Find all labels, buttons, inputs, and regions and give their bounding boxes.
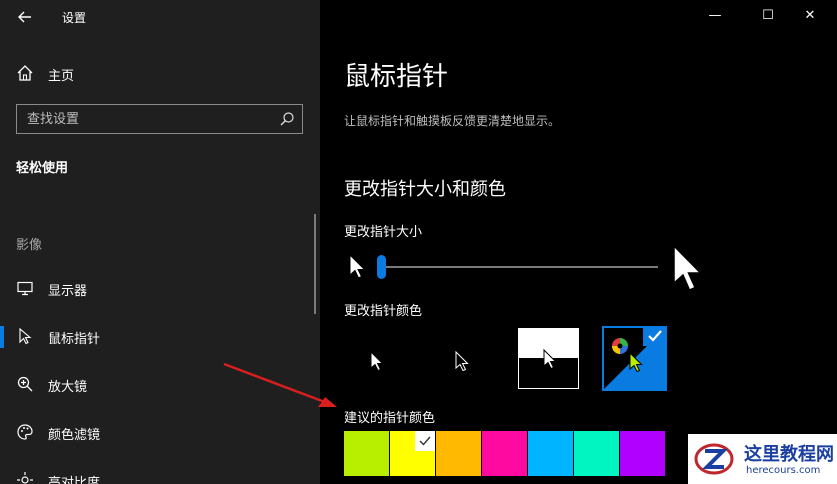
home-icon	[16, 64, 34, 82]
checkmark-icon	[415, 431, 435, 451]
color-swatch[interactable]	[620, 431, 665, 476]
app-title: 设置	[62, 11, 87, 25]
pointer-color-black[interactable]	[432, 328, 493, 389]
color-swatch[interactable]	[574, 431, 619, 476]
sidebar-item-home[interactable]: 主页	[0, 60, 320, 88]
color-swatch[interactable]	[344, 431, 389, 476]
maximize-button[interactable]: ☐	[753, 4, 783, 28]
contrast-icon	[16, 471, 34, 484]
large-pointer-icon	[672, 244, 704, 293]
mouse-pointer-icon	[16, 327, 34, 345]
section-title: 更改指针大小和颜色	[344, 179, 506, 200]
small-pointer-icon	[348, 253, 366, 280]
sidebar: 设置 主页 轻松使用 影像 显示器 鼠标指针 放大镜	[0, 0, 320, 484]
close-button[interactable]: ✕	[795, 4, 825, 28]
monitor-icon	[16, 279, 34, 297]
color-swatch[interactable]	[390, 431, 435, 476]
color-swatch[interactable]	[436, 431, 481, 476]
back-arrow-icon[interactable]	[14, 6, 36, 28]
sidebar-scrollbar[interactable]	[314, 214, 316, 314]
active-indicator	[0, 326, 4, 348]
watermark-english-text: herecours.com	[746, 465, 821, 476]
sidebar-item-display[interactable]: 显示器	[0, 270, 320, 306]
sidebar-item-label: 显示器	[48, 284, 88, 299]
page-title: 鼠标指针	[344, 62, 449, 92]
color-swatch[interactable]	[528, 431, 573, 476]
watermark-logo: 这里教程网 herecours.com	[688, 434, 837, 484]
size-slider-track[interactable]	[378, 266, 658, 268]
suggested-colors-label: 建议的指针颜色	[344, 411, 436, 426]
size-label: 更改指针大小	[344, 225, 423, 240]
pointer-color-custom[interactable]	[602, 326, 667, 391]
color-label: 更改指针颜色	[344, 304, 423, 319]
sidebar-item-high-contrast[interactable]: 高对比度	[0, 462, 320, 484]
sidebar-item-label: 鼠标指针	[48, 332, 101, 347]
magnifier-icon	[16, 375, 34, 393]
section-heading: 轻松使用	[16, 161, 69, 176]
page-description: 让鼠标指针和触摸板反馈更清楚地显示。	[344, 114, 561, 128]
checkmark-icon	[643, 326, 667, 346]
sidebar-item-label: 主页	[48, 69, 75, 84]
palette-icon	[16, 423, 34, 441]
sidebar-item-label: 高对比度	[48, 476, 101, 484]
title-bar: 设置	[0, 0, 320, 34]
search-icon[interactable]	[278, 110, 296, 128]
size-slider-thumb[interactable]	[377, 255, 386, 279]
sidebar-item-magnifier[interactable]: 放大镜	[0, 366, 320, 402]
sidebar-item-label: 放大镜	[48, 380, 88, 395]
watermark-chinese-text: 这里教程网	[744, 444, 834, 465]
search-box[interactable]	[16, 104, 303, 134]
pointer-color-white[interactable]	[347, 328, 408, 389]
group-label: 影像	[16, 238, 43, 253]
sidebar-item-label: 颜色滤镜	[48, 428, 101, 443]
search-input[interactable]	[17, 105, 302, 133]
color-swatch[interactable]	[482, 431, 527, 476]
sidebar-item-mouse-pointer[interactable]: 鼠标指针	[0, 318, 320, 354]
sidebar-item-color-filters[interactable]: 颜色滤镜	[0, 414, 320, 450]
pointer-color-inverted[interactable]	[518, 328, 579, 389]
watermark-z-logo-icon	[694, 439, 734, 479]
minimize-button[interactable]: —	[700, 4, 730, 28]
main-pane: — ☐ ✕ 鼠标指针 让鼠标指针和触摸板反馈更清楚地显示。 更改指针大小和颜色 …	[320, 0, 837, 484]
